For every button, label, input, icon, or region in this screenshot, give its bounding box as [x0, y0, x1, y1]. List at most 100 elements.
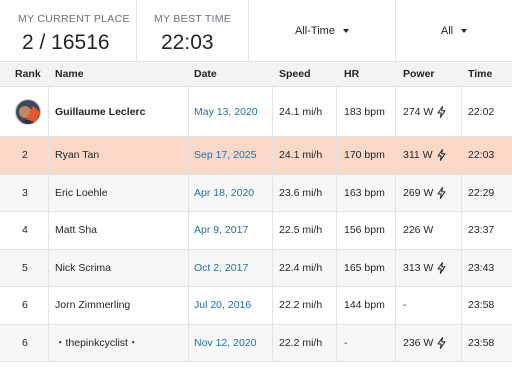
athlete-name-link[interactable]: Jorn Zimmerling — [55, 287, 130, 324]
heart-rate-value: - — [344, 325, 348, 362]
table-row[interactable]: Guillaume Leclerc May 13, 2020 24.1 mi/h 18… — [0, 87, 512, 137]
lightning-bolt-icon — [437, 149, 446, 162]
heart-rate-value-text: 163 bpm — [344, 186, 385, 199]
column-header-speed[interactable]: Speed — [279, 62, 311, 87]
activity-date-link[interactable]: Jul 20, 2016 — [194, 287, 251, 324]
athlete-name-link[interactable]: Eric Loehle — [55, 175, 108, 212]
speed-value-text: 22.2 mi/h — [279, 336, 323, 349]
divider — [136, 0, 137, 62]
group-filter-dropdown[interactable]: All — [396, 0, 512, 62]
column-header-rank[interactable]: Rank — [15, 62, 41, 87]
column-divider — [272, 137, 273, 174]
column-divider — [395, 87, 396, 136]
speed-value-text: 24.1 mi/h — [279, 105, 323, 118]
activity-date-link[interactable]: Sep 17, 2025 — [194, 137, 256, 174]
power-value: 226 W — [403, 212, 433, 249]
heart-rate-value: 156 bpm — [344, 212, 385, 249]
power-value: - — [403, 287, 407, 324]
activity-date-link[interactable]: May 13, 2020 — [194, 87, 258, 136]
caret-down-icon — [342, 29, 349, 33]
rank-value: 6 — [22, 336, 28, 349]
rank-value: 6 — [22, 299, 28, 312]
column-divider — [336, 87, 337, 136]
column-divider — [48, 212, 49, 249]
speed-value: 24.1 mi/h — [279, 87, 322, 136]
column-divider — [272, 87, 273, 136]
current-place-label: MY CURRENT PLACE — [18, 13, 130, 25]
column-header-time[interactable]: Time — [468, 62, 492, 87]
table-row[interactable]: 3 Eric Loehle Apr 18, 2020 23.6 mi/h 163 bpm… — [0, 174, 512, 212]
column-divider — [272, 287, 273, 324]
current-place-value: 2 / 16516 — [22, 31, 110, 54]
heart-rate-value-text: 165 bpm — [344, 261, 385, 274]
activity-date-link[interactable]: Apr 18, 2020 — [194, 175, 254, 212]
lightning-bolt-icon — [437, 186, 446, 199]
activity-date-link-text: Apr 9, 2017 — [194, 224, 249, 237]
athlete-name-link-text: Nick Scrima — [55, 261, 112, 274]
lightning-bolt-icon — [437, 336, 446, 349]
heart-rate-value-text: 156 bpm — [344, 224, 385, 237]
activity-date-link[interactable]: Apr 9, 2017 — [194, 212, 248, 249]
elapsed-time-value-text: 23:43 — [468, 261, 495, 274]
athlete-name-link-text: Eric Loehle — [55, 186, 108, 199]
speed-value: 22.2 mi/h — [279, 325, 322, 362]
power-value: 311 W — [403, 137, 446, 174]
speed-value: 22.5 mi/h — [279, 212, 322, 249]
power-value-text: - — [403, 299, 407, 312]
activity-date-link-text: Sep 17, 2025 — [194, 149, 257, 162]
table-row[interactable]: 2 Ryan Tan Sep 17, 2025 24.1 mi/h 170 bpm 311… — [0, 137, 512, 175]
athlete-name-link[interactable]: ・thepinkcyclist・ — [55, 325, 138, 362]
elapsed-time-value: 23:58 — [468, 325, 494, 362]
elapsed-time-value: 23:43 — [468, 250, 494, 287]
power-value-text: 274 W — [403, 105, 434, 118]
column-divider — [188, 87, 189, 136]
column-divider — [336, 324, 337, 361]
table-row[interactable]: 4 Matt Sha Apr 9, 2017 22.5 mi/h 156 bpm 226 … — [0, 212, 512, 250]
column-header-name[interactable]: Name — [55, 62, 84, 87]
column-header-date[interactable]: Date — [194, 62, 217, 87]
speed-value: 22.2 mi/h — [279, 287, 322, 324]
elapsed-time-value: 22:29 — [468, 175, 494, 212]
power-value: 236 W — [403, 325, 446, 362]
athlete-name-link[interactable]: Ryan Tan — [55, 137, 99, 174]
column-divider — [188, 287, 189, 324]
elapsed-time-value: 23:37 — [468, 212, 494, 249]
activity-date-link[interactable]: Oct 2, 2017 — [194, 250, 248, 287]
column-header-hr[interactable]: HR — [344, 62, 359, 87]
power-value-text: 236 W — [403, 336, 434, 349]
column-divider — [48, 174, 49, 211]
time-filter-dropdown[interactable]: All-Time — [249, 0, 395, 62]
summary-bar: MY CURRENT PLACE 2 / 16516 MY BEST TIME … — [0, 0, 512, 62]
heart-rate-value: 170 bpm — [344, 137, 385, 174]
elapsed-time-value-text: 22:29 — [468, 186, 495, 199]
activity-date-link[interactable]: Nov 12, 2020 — [194, 325, 256, 362]
elapsed-time-value-text: 23:58 — [468, 299, 495, 312]
power-value-text: 311 W — [403, 149, 433, 162]
athlete-name-link[interactable]: Nick Scrima — [55, 250, 111, 287]
power-value-text: 269 W — [403, 186, 434, 199]
athlete-name-link[interactable]: Guillaume Leclerc — [55, 87, 145, 136]
column-divider — [272, 324, 273, 361]
column-header-power[interactable]: Power — [403, 62, 435, 87]
elapsed-time-value-text: 23:58 — [468, 336, 495, 349]
elapsed-time-value-text: 23:37 — [468, 224, 495, 237]
column-divider — [48, 137, 49, 174]
heart-rate-value: 163 bpm — [344, 175, 385, 212]
column-divider — [188, 174, 189, 211]
column-divider — [461, 212, 462, 249]
table-row[interactable]: 6 Jorn Zimmerling Jul 20, 2016 22.2 mi/h 144… — [0, 287, 512, 325]
speed-value: 23.6 mi/h — [279, 175, 322, 212]
rank-value: 2 — [22, 149, 28, 162]
heart-rate-value-text: 144 bpm — [344, 299, 385, 312]
power-value-text: 226 W — [403, 224, 434, 237]
column-divider — [461, 137, 462, 174]
group-filter-value: All — [440, 25, 454, 37]
athlete-name-link[interactable]: Matt Sha — [55, 212, 97, 249]
column-divider — [395, 249, 396, 286]
column-divider — [48, 249, 49, 286]
column-divider — [188, 212, 189, 249]
table-row[interactable]: 5 Nick Scrima Oct 2, 2017 22.4 mi/h 165 bpm 3… — [0, 249, 512, 287]
table-row[interactable]: 6 ・thepinkcyclist・ Nov 12, 2020 22.2 mi/h - 2… — [0, 324, 512, 362]
activity-date-link-text: Apr 18, 2020 — [194, 186, 255, 199]
activity-date-link-text: Jul 20, 2016 — [194, 299, 252, 312]
